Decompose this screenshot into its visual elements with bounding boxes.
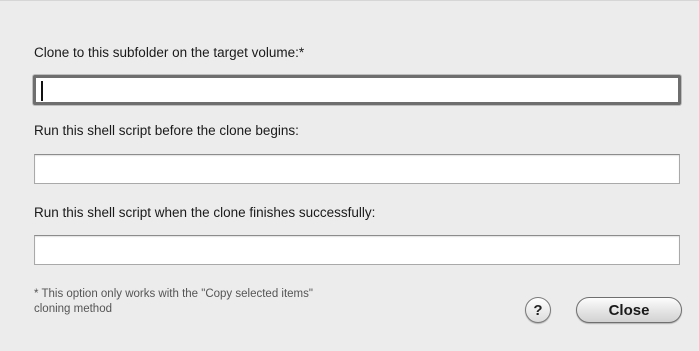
pre-clone-script-label: Run this shell script before the clone b… [34,123,299,138]
pre-clone-script-input[interactable] [34,154,680,184]
post-clone-script-input[interactable] [34,235,680,265]
close-button[interactable]: Close [576,297,682,323]
footnote-line-2: cloning method [34,303,112,315]
subfolder-input[interactable] [33,75,681,105]
footnote: * This option only works with the "Copy … [34,287,313,317]
question-mark-icon: ? [533,301,543,319]
text-caret [41,81,43,101]
post-clone-script-label: Run this shell script when the clone fin… [34,205,376,220]
clone-options-dialog: Clone to this subfolder on the target vo… [0,0,699,351]
subfolder-label: Clone to this subfolder on the target vo… [34,45,305,60]
close-button-label: Close [608,301,650,319]
help-button[interactable]: ? [525,297,551,323]
footnote-line-1: * This option only works with the "Copy … [34,288,313,300]
